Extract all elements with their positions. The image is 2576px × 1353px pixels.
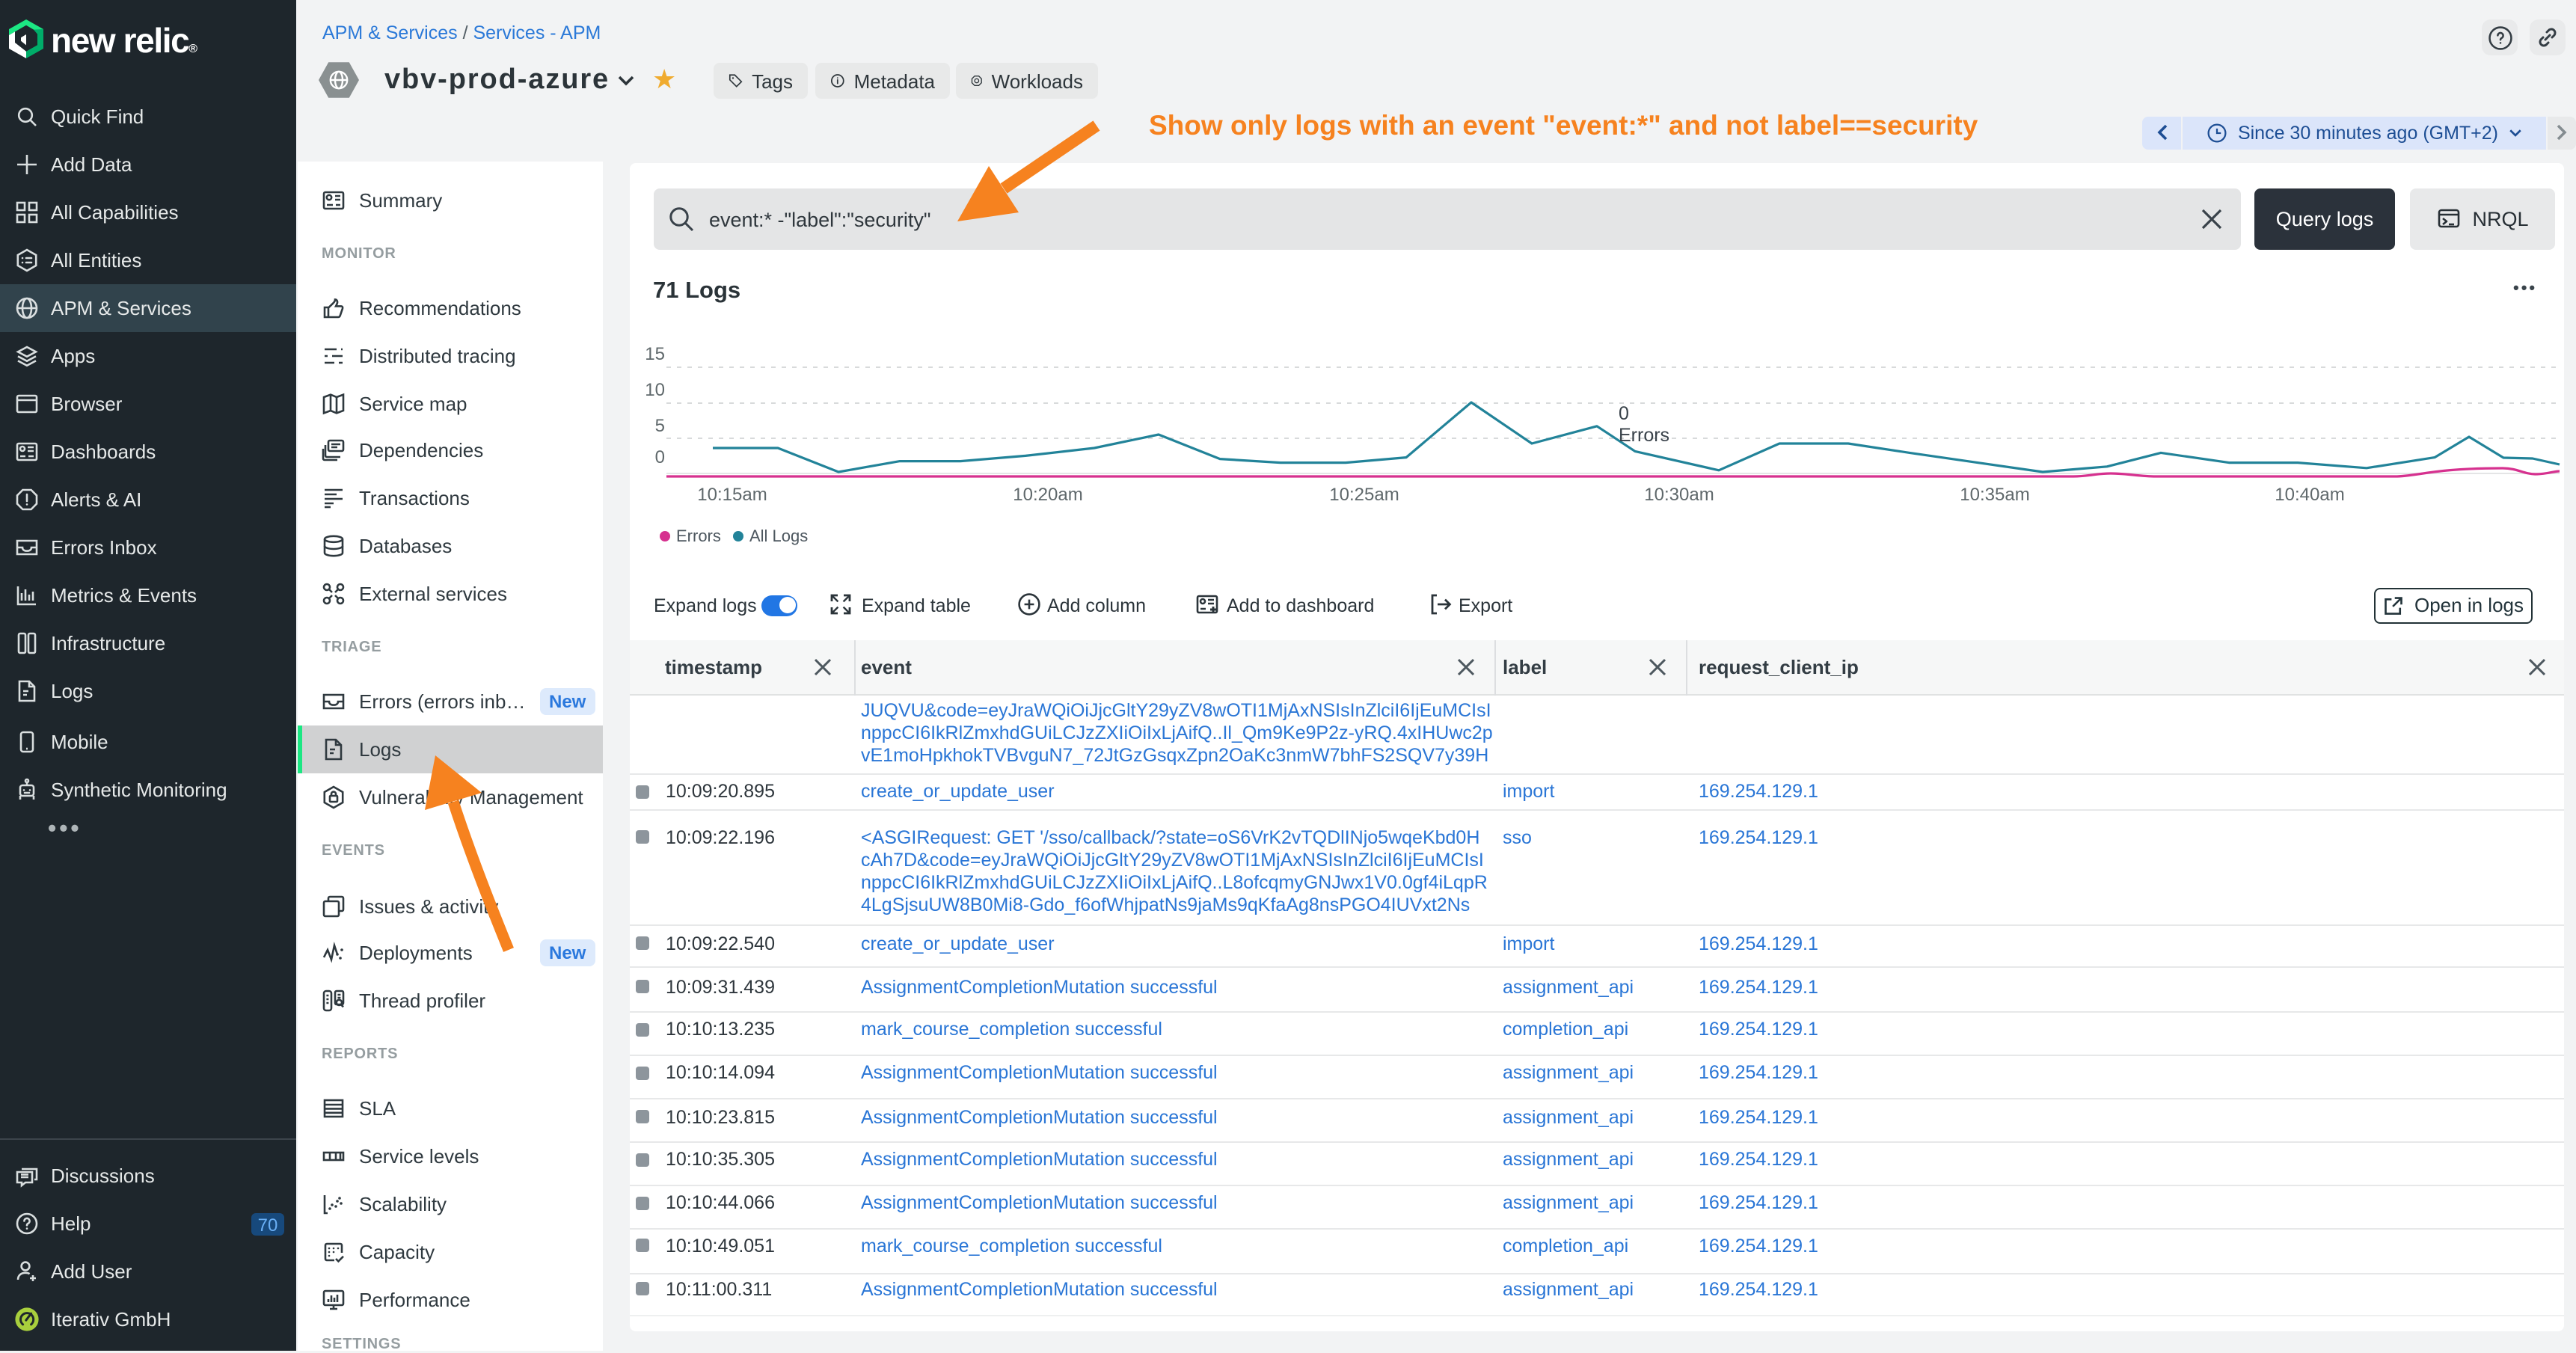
svg-text:10: 10 [644, 380, 664, 400]
svg-text:5: 5 [654, 416, 664, 436]
svg-text:Errors: Errors [1618, 425, 1669, 446]
svg-text:10:15am: 10:15am [696, 485, 766, 505]
svg-text:10:40am: 10:40am [2274, 485, 2343, 505]
svg-text:0: 0 [654, 447, 664, 467]
svg-text:10:20am: 10:20am [1012, 485, 1082, 505]
svg-text:10:35am: 10:35am [1959, 485, 2028, 505]
svg-text:10:25am: 10:25am [1328, 485, 1398, 505]
svg-text:10:30am: 10:30am [1643, 485, 1713, 505]
svg-text:0: 0 [1618, 403, 1628, 424]
svg-text:15: 15 [644, 344, 664, 364]
